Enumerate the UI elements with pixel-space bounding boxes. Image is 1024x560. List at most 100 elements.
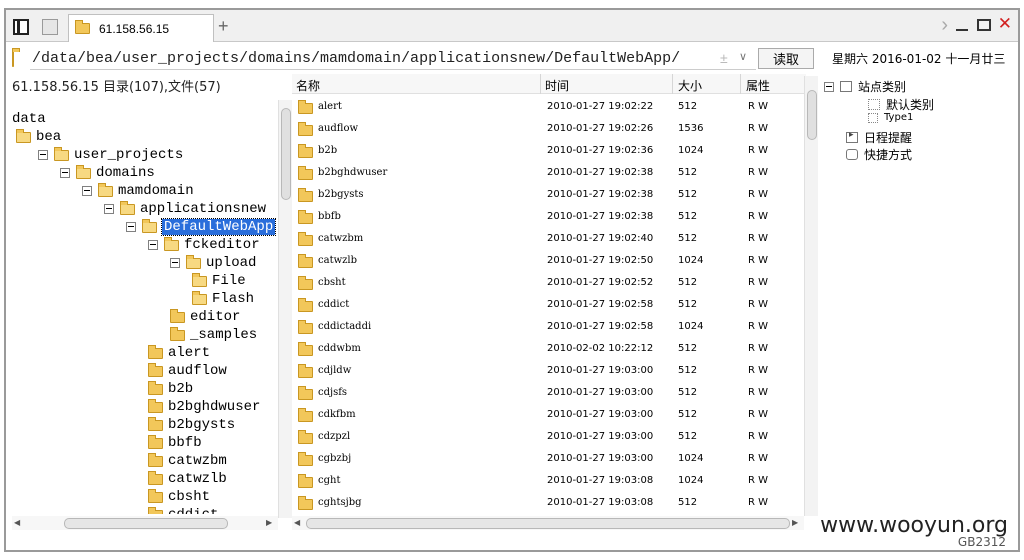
collapse-toggle-icon[interactable]	[104, 204, 114, 214]
tree-node[interactable]: fckeditor	[148, 236, 260, 254]
file-row[interactable]: b2bghdwuser 2010-01-27 19:02:38 512 R W	[292, 162, 806, 184]
file-row[interactable]: bbfb 2010-01-27 19:02:38 512 R W	[292, 206, 806, 228]
file-size: 512	[678, 409, 698, 420]
folder-icon	[298, 364, 313, 378]
file-attr: R W	[748, 497, 769, 508]
tree-node[interactable]: data	[12, 110, 46, 128]
file-row[interactable]: b2b 2010-01-27 19:02:36 1024 R W	[292, 140, 806, 162]
tree-node[interactable]: bbfb	[148, 434, 202, 452]
tree-node[interactable]: cbsht	[148, 488, 210, 506]
file-row[interactable]: catwzlb 2010-01-27 19:02:50 1024 R W	[292, 250, 806, 272]
panel-toggle-icon[interactable]	[13, 19, 29, 35]
tree-node[interactable]: audflow	[148, 362, 227, 380]
column-header-name[interactable]: 名称	[296, 77, 320, 94]
tree-node[interactable]: DefaultWebApp	[126, 218, 277, 236]
close-icon[interactable]: ✕	[998, 14, 1012, 34]
shortcut-item[interactable]: 快捷方式	[846, 146, 912, 163]
scroll-thumb[interactable]	[306, 518, 790, 529]
site-category-item[interactable]: 站点类别	[824, 78, 906, 95]
tree-node[interactable]: upload	[170, 254, 256, 272]
file-row[interactable]: cdkfbm 2010-01-27 19:03:00 512 R W	[292, 404, 806, 426]
tree-node[interactable]: b2bghdwuser	[148, 398, 260, 416]
file-time: 2010-01-27 19:02:40	[547, 233, 654, 244]
file-row[interactable]: alert 2010-01-27 19:02:22 512 R W	[292, 96, 806, 118]
category-icon	[868, 99, 880, 110]
column-header-attr[interactable]: 属性	[746, 77, 770, 94]
plus-minus-icon[interactable]: ±	[720, 50, 728, 66]
column-header-size[interactable]: 大小	[678, 77, 702, 94]
file-row[interactable]: cgbzbj 2010-01-27 19:03:00 1024 R W	[292, 448, 806, 470]
tree-horizontal-scrollbar[interactable]: ◀ ▶	[12, 516, 278, 530]
tree-node[interactable]: alert	[148, 344, 210, 362]
maximize-icon[interactable]	[977, 19, 991, 31]
file-row[interactable]: cddictaddi 2010-01-27 19:02:58 1024 R W	[292, 316, 806, 338]
collapse-toggle-icon[interactable]	[60, 168, 70, 178]
column-header-time[interactable]: 时间	[545, 77, 569, 94]
arrow-left-icon[interactable]: ◀	[294, 518, 300, 527]
file-list-header: 名称 时间 大小 属性	[292, 74, 806, 94]
file-size: 512	[678, 233, 698, 244]
file-list-horizontal-scrollbar[interactable]: ◀ ▶	[292, 516, 804, 530]
default-category-item[interactable]: 默认类别	[868, 96, 934, 113]
arrow-right-icon[interactable]: ▶	[266, 518, 272, 527]
tree-node[interactable]: catwzbm	[148, 452, 227, 470]
tab-site[interactable]: 61.158.56.15	[68, 14, 214, 42]
tree-node[interactable]: Flash	[192, 290, 254, 308]
tree-node[interactable]: editor	[170, 308, 240, 326]
file-row[interactable]: cbsht 2010-01-27 19:02:52 512 R W	[292, 272, 806, 294]
file-row[interactable]: cdzpzl 2010-01-27 19:03:00 512 R W	[292, 426, 806, 448]
blank-tab-icon[interactable]	[42, 19, 58, 35]
file-row[interactable]: cdjsfs 2010-01-27 19:03:00 512 R W	[292, 382, 806, 404]
tree-node[interactable]: applicationsnew	[104, 200, 266, 218]
tree-node[interactable]: domains	[60, 164, 155, 182]
file-name: b2b	[318, 145, 338, 156]
tree-node[interactable]: b2bgysts	[148, 416, 235, 434]
path-input[interactable]	[30, 48, 756, 70]
folder-icon	[148, 434, 163, 449]
tree-node[interactable]: cddict	[148, 506, 218, 514]
file-row[interactable]: b2bgysts 2010-01-27 19:02:38 512 R W	[292, 184, 806, 206]
folder-icon	[75, 20, 90, 34]
tree-node[interactable]: File	[192, 272, 246, 290]
tree-node[interactable]: user_projects	[38, 146, 183, 164]
type1-item[interactable]: Type1	[868, 112, 913, 123]
scroll-thumb[interactable]	[281, 108, 291, 200]
tree-node[interactable]: catwzlb	[148, 470, 227, 488]
file-row[interactable]: cddwbm 2010-02-02 10:22:12 512 R W	[292, 338, 806, 360]
file-list-vertical-scrollbar[interactable]	[804, 76, 818, 516]
collapse-toggle-icon[interactable]	[126, 222, 136, 232]
add-tab-button[interactable]: +	[218, 16, 229, 37]
collapse-toggle-icon[interactable]	[38, 150, 48, 160]
file-row[interactable]: cddict 2010-01-27 19:02:58 512 R W	[292, 294, 806, 316]
tree-node-label: File	[212, 273, 246, 289]
tree-node[interactable]: b2b	[148, 380, 193, 398]
file-row[interactable]: cghtsjbg 2010-01-27 19:03:08 512 R W	[292, 492, 806, 514]
folder-icon	[148, 470, 163, 485]
collapse-toggle-icon[interactable]	[148, 240, 158, 250]
tree-node[interactable]: _samples	[170, 326, 257, 344]
tree-node[interactable]: mamdomain	[82, 182, 194, 200]
scroll-thumb[interactable]	[807, 90, 817, 140]
file-name: cght	[318, 475, 341, 486]
tree-node[interactable]: bea	[16, 128, 61, 146]
minimize-icon[interactable]	[956, 29, 968, 31]
file-row[interactable]: cght 2010-01-27 19:03:08 1024 R W	[292, 470, 806, 492]
arrow-left-icon[interactable]: ◀	[14, 518, 20, 527]
collapse-toggle-icon[interactable]	[82, 186, 92, 196]
scroll-thumb[interactable]	[64, 518, 228, 529]
site-category-label: 站点类别	[858, 80, 907, 94]
arrow-right-icon[interactable]: ▶	[792, 518, 798, 527]
read-button[interactable]: 读取	[758, 48, 814, 69]
file-attr: R W	[748, 233, 769, 244]
collapse-toggle-icon[interactable]	[824, 81, 834, 92]
file-row[interactable]: audflow 2010-01-27 19:02:26 1536 R W	[292, 118, 806, 140]
schedule-item[interactable]: 日程提醒	[846, 129, 912, 146]
file-row[interactable]: cdjldw 2010-01-27 19:03:00 512 R W	[292, 360, 806, 382]
folder-icon	[298, 496, 313, 510]
collapse-toggle-icon[interactable]	[170, 258, 180, 268]
folder-icon	[192, 290, 207, 305]
chevron-down-icon[interactable]: ∨	[739, 50, 747, 63]
chevron-right-icon[interactable]: ›	[941, 14, 948, 37]
tree-vertical-scrollbar[interactable]	[278, 100, 292, 518]
file-row[interactable]: catwzbm 2010-01-27 19:02:40 512 R W	[292, 228, 806, 250]
